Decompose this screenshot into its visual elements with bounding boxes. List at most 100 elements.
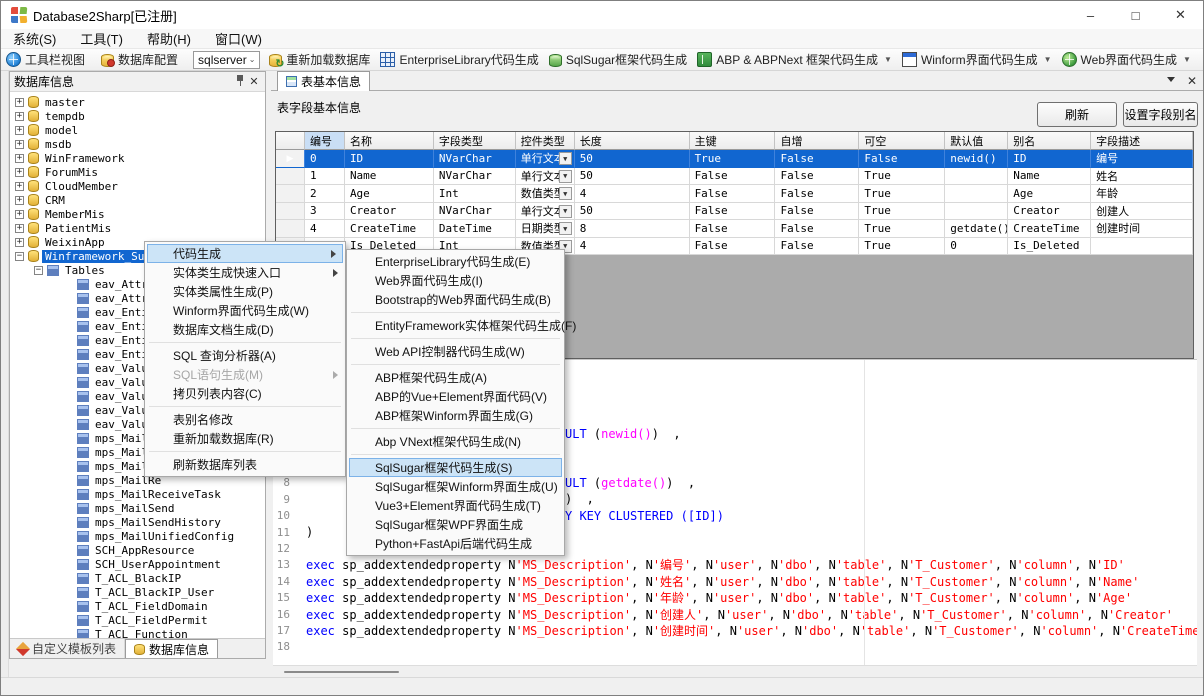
grid-cell[interactable]: False (690, 203, 776, 221)
toolbar-view-button[interactable]: 工具栏视图 (1, 50, 90, 70)
submenu-item[interactable]: Vue3+Element界面代码生成(T) (347, 496, 564, 515)
entlib-codegen-button[interactable]: EnterpriseLibrary代码生成 (375, 50, 543, 70)
tree-expander-icon[interactable]: + (15, 168, 24, 177)
grid-cell[interactable]: 创建时间 (1091, 220, 1193, 238)
grid-cell[interactable] (945, 203, 1008, 221)
grid-cell[interactable]: True (859, 238, 945, 256)
grid-cell[interactable]: Age (1008, 185, 1091, 203)
grid-cell[interactable]: False (775, 238, 859, 256)
grid-cell[interactable]: False (775, 203, 859, 221)
grid-cell[interactable]: NVarChar (434, 150, 516, 168)
tree-db-PatientMis[interactable]: +PatientMis (10, 221, 265, 235)
row-selector-cell[interactable] (276, 168, 305, 186)
grid-cell[interactable]: 8 (575, 220, 690, 238)
grid-cell[interactable]: 50 (575, 168, 690, 186)
grid-cell[interactable]: CreateTime (345, 220, 434, 238)
grid-cell[interactable]: DateTime (434, 220, 516, 238)
combo-dropdown-icon[interactable]: ▼ (559, 205, 572, 218)
grid-cell[interactable]: Creator (1008, 203, 1091, 221)
dropdown-arrow-icon[interactable]: ▼ (1044, 55, 1052, 64)
grid-cell[interactable]: NVarChar (434, 203, 516, 221)
maximize-button[interactable]: □ (1113, 1, 1158, 29)
context-menu-item[interactable]: Winform界面代码生成(W) (145, 301, 345, 320)
combo-dropdown-icon[interactable]: ▼ (559, 222, 572, 235)
grid-cell[interactable]: getdate() (945, 220, 1008, 238)
grid-cell[interactable]: True (859, 185, 945, 203)
grid-cell[interactable]: 单行文本▼ (516, 203, 575, 221)
tree-table-item[interactable]: SCH_UserAppointment (10, 557, 265, 571)
tree-table-item[interactable]: T_ACL_Function (10, 627, 265, 638)
submenu-item[interactable]: SqlSugar框架Winform界面生成(U) (347, 477, 564, 496)
grid-cell[interactable]: False (859, 150, 945, 168)
context-menu-item[interactable]: 刷新数据库列表 (145, 455, 345, 474)
grid-column-header[interactable]: 主键 (690, 132, 776, 150)
submenu-item[interactable]: Python+FastApi后端代码生成 (347, 534, 564, 553)
submenu-item[interactable]: Abp VNext框架代码生成(N) (347, 432, 564, 451)
tree-table-item[interactable]: mps_MailUnifiedConfig (10, 529, 265, 543)
context-menu-item[interactable]: 重新加载数据库(R) (145, 429, 345, 448)
grid-column-header[interactable]: 字段描述 (1091, 132, 1193, 150)
grid-cell[interactable]: ID (1008, 150, 1091, 168)
grid-cell[interactable]: False (775, 168, 859, 186)
editor-horizontal-scrollbar[interactable] (273, 665, 1197, 677)
tree-expander-icon[interactable]: − (34, 266, 43, 275)
tree-expander-icon[interactable]: + (15, 182, 24, 191)
dropdown-arrow-icon[interactable]: ▼ (884, 55, 892, 64)
submenu-item[interactable]: Bootstrap的Web界面代码生成(B) (347, 290, 564, 309)
tree-expander-icon[interactable]: + (15, 98, 24, 107)
tab-close-icon[interactable]: ✕ (1187, 74, 1197, 88)
grid-cell[interactable]: False (690, 220, 776, 238)
grid-cell[interactable]: False (690, 168, 776, 186)
tree-table-item[interactable]: mps_MailSendHistory (10, 515, 265, 529)
grid-cell[interactable]: 单行文本▼ (516, 168, 575, 186)
grid-cell[interactable]: 单行文本▼ (516, 150, 575, 168)
submenu-item[interactable]: ABP的Vue+Element界面代码(V) (347, 387, 564, 406)
left-tab-database-info[interactable]: 数据库信息 (125, 639, 218, 658)
grid-cell[interactable]: False (775, 150, 859, 168)
grid-column-header[interactable]: 编号 (305, 132, 345, 150)
grid-cell[interactable]: True (859, 203, 945, 221)
grid-cell[interactable]: Is_Deleted (1008, 238, 1091, 256)
context-menu-item[interactable]: 实体类生成快速入口 (145, 263, 345, 282)
context-menu-item[interactable]: 数据库文档生成(D) (145, 320, 345, 339)
grid-cell[interactable]: ID (345, 150, 434, 168)
grid-cell[interactable]: Int (434, 185, 516, 203)
row-selector-cell[interactable]: ▶ (276, 150, 305, 168)
grid-column-header[interactable]: 别名 (1008, 132, 1091, 150)
grid-cell[interactable]: True (859, 220, 945, 238)
tree-db-master[interactable]: +master (10, 95, 265, 109)
web-codegen-button[interactable]: Web界面代码生成 ▼ (1057, 50, 1196, 70)
tree-expander-icon[interactable]: + (15, 126, 24, 135)
context-menu-item[interactable]: 拷贝列表内容(C) (145, 384, 345, 403)
grid-column-header[interactable]: 长度 (575, 132, 690, 150)
grid-cell[interactable]: False (775, 220, 859, 238)
minimize-button[interactable]: – (1068, 1, 1113, 29)
tree-db-WinFramework[interactable]: +WinFramework (10, 151, 265, 165)
tree-expander-icon[interactable]: + (15, 140, 24, 149)
grid-cell[interactable]: 编号 (1091, 150, 1193, 168)
tree-table-item[interactable]: mps_MailSend (10, 501, 265, 515)
tab-list-dropdown-icon[interactable] (1167, 77, 1175, 82)
submenu-item[interactable]: Web API控制器代码生成(W) (347, 342, 564, 361)
grid-column-header[interactable]: 控件类型 (516, 132, 575, 150)
menubar-item-S[interactable]: 系统(S) (1, 27, 68, 50)
row-selector-cell[interactable] (276, 203, 305, 221)
grid-cell[interactable]: newid() (945, 150, 1008, 168)
context-menu-item[interactable]: 表别名修改 (145, 410, 345, 429)
tree-db-msdb[interactable]: +msdb (10, 137, 265, 151)
submenu-item[interactable]: Web界面代码生成(I) (347, 271, 564, 290)
database-type-combo[interactable]: sqlserver ⌄ (193, 51, 260, 69)
grid-cell[interactable]: 0 (945, 238, 1008, 256)
grid-cell[interactable]: False (690, 185, 776, 203)
submenu-item[interactable]: ABP框架代码生成(A) (347, 368, 564, 387)
dropdown-arrow-icon[interactable]: ▼ (1183, 55, 1191, 64)
tree-expander-icon[interactable]: + (15, 196, 24, 205)
reload-database-button[interactable]: 重新加载数据库 (264, 50, 375, 70)
tree-expander-icon[interactable]: + (15, 112, 24, 121)
submenu-item[interactable]: EnterpriseLibrary代码生成(E) (347, 252, 564, 271)
grid-cell[interactable]: CreateTime (1008, 220, 1091, 238)
grid-cell[interactable]: True (690, 150, 776, 168)
refresh-button[interactable]: 刷新 (1037, 102, 1117, 127)
grid-cell[interactable]: 姓名 (1091, 168, 1193, 186)
winform-codegen-button[interactable]: Winform界面代码生成 ▼ (897, 50, 1057, 70)
